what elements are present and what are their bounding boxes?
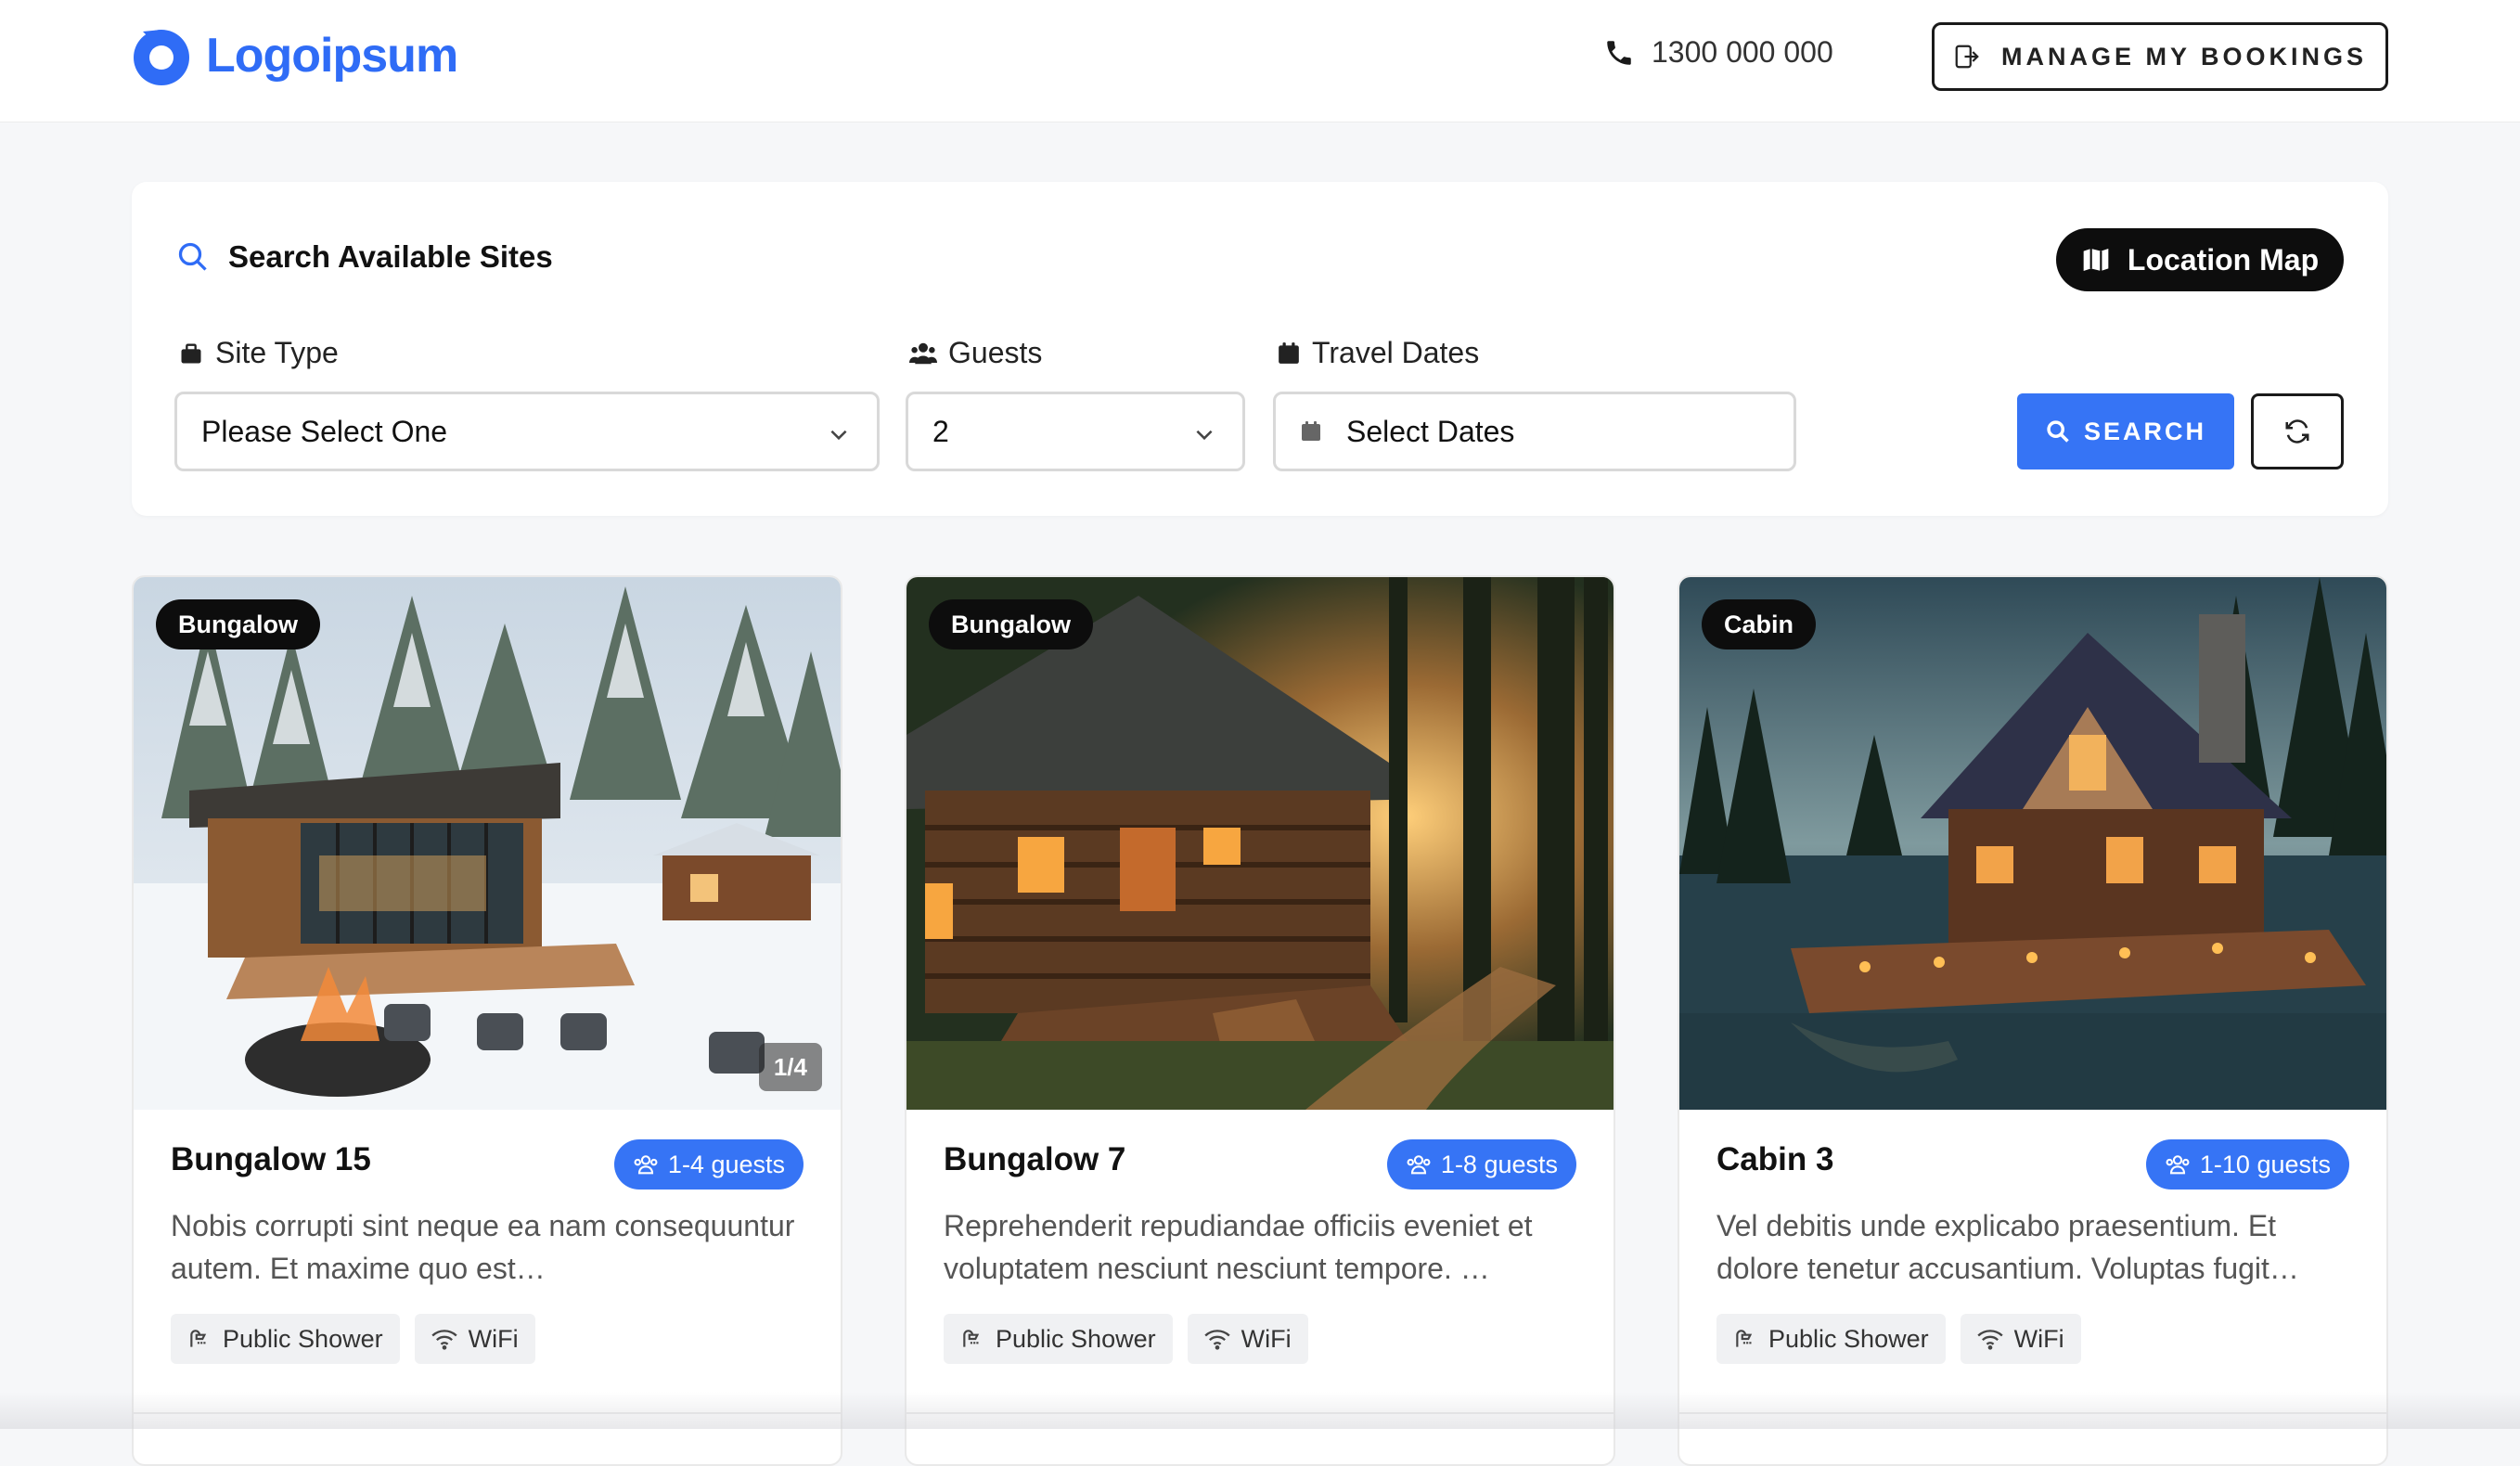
location-map-label: Location Map	[2127, 242, 2320, 276]
lakeside-cabin-image	[1679, 577, 2386, 1110]
snowy-bungalow-image	[134, 577, 841, 1110]
users-icon	[1407, 1155, 1431, 1175]
logo-text: Logoipsum	[206, 29, 458, 83]
search-icon	[178, 242, 207, 271]
amenities-list: Public Shower WiFi	[1716, 1314, 2081, 1364]
chevron-down-icon	[830, 430, 847, 441]
travel-dates-input[interactable]: Select Dates	[1273, 392, 1796, 471]
travel-dates-label: Travel Dates	[1277, 336, 1479, 370]
site-card[interactable]: Bungalow Bungalow 7 1-8 guests Reprehend…	[905, 575, 1615, 1466]
search-icon	[2047, 420, 2069, 443]
amenities-list: Public Shower WiFi	[171, 1314, 535, 1364]
search-title: Search Available Sites	[176, 239, 553, 275]
shower-icon	[1736, 1330, 1753, 1347]
site-photo[interactable]: Bungalow	[906, 577, 1614, 1110]
logo-mark-icon	[134, 30, 189, 85]
reset-button[interactable]	[2251, 393, 2344, 469]
amenity-tag: Public Shower	[944, 1314, 1173, 1364]
site-type-value: Please Select One	[201, 414, 448, 448]
wifi-icon	[431, 1330, 457, 1350]
sign-out-icon	[1955, 45, 1979, 69]
search-panel: Search Available Sites Location Map Site…	[132, 182, 2388, 516]
site-type-badge: Cabin	[1702, 599, 1817, 649]
site-header: Logoipsum 1300 000 000 MANAGE MY BOOKING…	[0, 0, 2520, 122]
site-title[interactable]: Bungalow 15	[171, 1141, 371, 1178]
location-map-button[interactable]: Location Map	[2056, 228, 2344, 291]
site-description: Reprehenderit repudiandae officiis eveni…	[944, 1209, 1533, 1285]
site-card[interactable]: Cabin Cabin 3 1-10 guests Vel debitis un…	[1678, 575, 2388, 1466]
site-description: Nobis corrupti sint neque ea nam consequ…	[171, 1209, 795, 1285]
users-icon	[909, 342, 937, 364]
amenity-tag: WiFi	[414, 1314, 535, 1364]
travel-dates-value: Select Dates	[1346, 414, 1515, 448]
guests-value: 2	[932, 414, 949, 448]
wifi-icon	[1976, 1330, 2003, 1350]
phone-icon	[1607, 40, 1631, 65]
search-button-label: SEARCH	[2083, 417, 2206, 445]
site-type-badge: Bungalow	[156, 599, 320, 649]
bottom-fade	[0, 1392, 2520, 1429]
guests-select[interactable]: 2	[906, 392, 1245, 471]
photo-counter: 1/4	[758, 1043, 822, 1091]
site-card[interactable]: Bungalow 1/4 Bungalow 15 1-4 guests Nobi…	[132, 575, 842, 1466]
search-button[interactable]: SEARCH	[2017, 393, 2234, 469]
site-type-badge: Bungalow	[929, 599, 1093, 649]
calendar-icon	[1302, 421, 1320, 441]
logo[interactable]: Logoipsum	[130, 24, 458, 87]
users-icon	[634, 1155, 658, 1175]
site-description: Vel debitis unde explicabo praesentium. …	[1716, 1209, 2299, 1285]
site-type-select[interactable]: Please Select One	[174, 392, 880, 471]
guest-capacity-badge: 1-10 guests	[2145, 1139, 2349, 1190]
phone-number: 1300 000 000	[1652, 35, 1833, 69]
amenity-tag: Public Shower	[1716, 1314, 1946, 1364]
site-photo[interactable]: Cabin	[1679, 577, 2386, 1110]
manage-bookings-label: MANAGE MY BOOKINGS	[2000, 42, 2368, 71]
amenities-list: Public Shower WiFi	[944, 1314, 1308, 1364]
shower-icon	[963, 1330, 980, 1347]
amenity-tag: WiFi	[1960, 1314, 2081, 1364]
site-type-label: Site Type	[178, 336, 339, 370]
phone-contact[interactable]: 1300 000 000	[1603, 35, 1833, 70]
manage-bookings-button[interactable]: MANAGE MY BOOKINGS	[1932, 22, 2388, 91]
site-title[interactable]: Bungalow 7	[944, 1141, 1125, 1178]
refresh-icon	[2285, 419, 2309, 444]
chevron-down-icon	[1196, 430, 1213, 441]
suitcase-icon	[181, 343, 201, 363]
users-icon	[2166, 1155, 2190, 1175]
forest-log-cabin-image	[906, 577, 1614, 1110]
shower-icon	[190, 1330, 207, 1347]
site-title[interactable]: Cabin 3	[1716, 1141, 1833, 1178]
search-title-text: Search Available Sites	[228, 239, 553, 274]
calendar-icon	[1279, 341, 1299, 364]
amenity-tag: WiFi	[1187, 1314, 1308, 1364]
guest-capacity-badge: 1-8 guests	[1386, 1139, 1576, 1190]
amenity-tag: Public Shower	[171, 1314, 400, 1364]
site-photo[interactable]: Bungalow 1/4	[134, 577, 841, 1110]
guest-capacity-badge: 1-4 guests	[613, 1139, 804, 1190]
guests-label: Guests	[909, 336, 1042, 370]
map-icon	[2083, 249, 2109, 271]
wifi-icon	[1203, 1330, 1230, 1350]
